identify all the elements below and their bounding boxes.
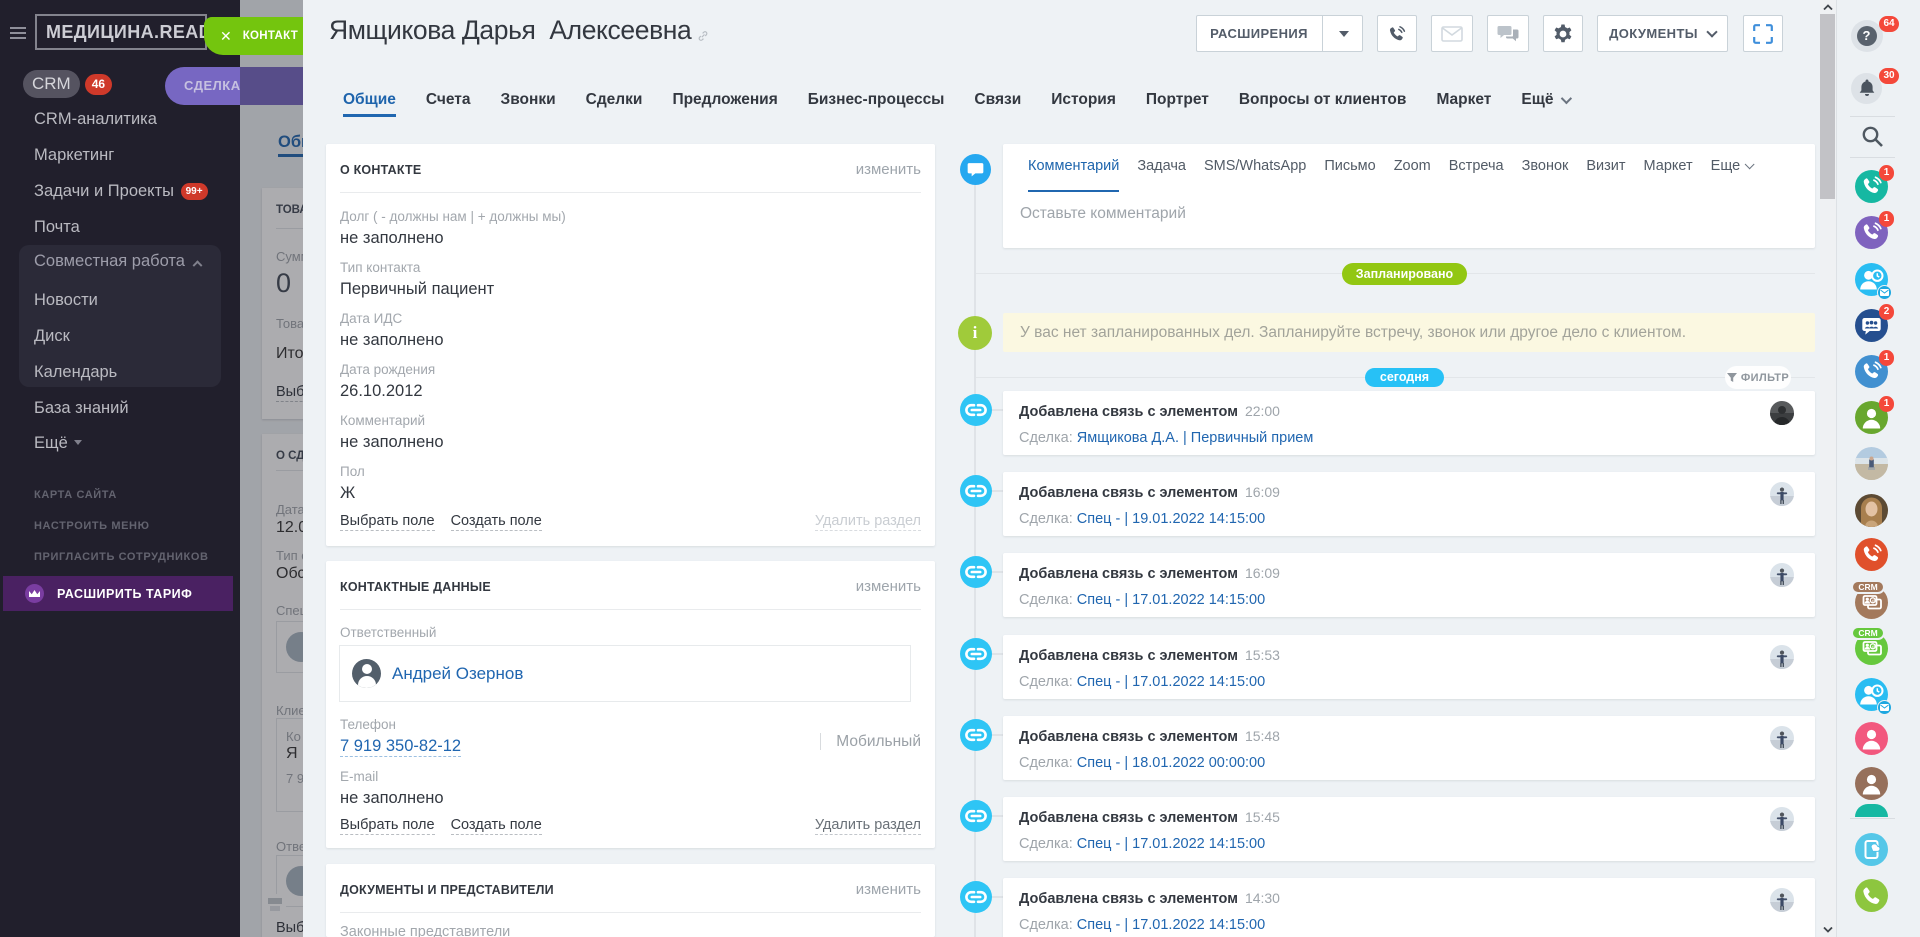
svg-text:@: @ bbox=[1871, 645, 1875, 649]
svg-text:@: @ bbox=[1871, 599, 1875, 603]
